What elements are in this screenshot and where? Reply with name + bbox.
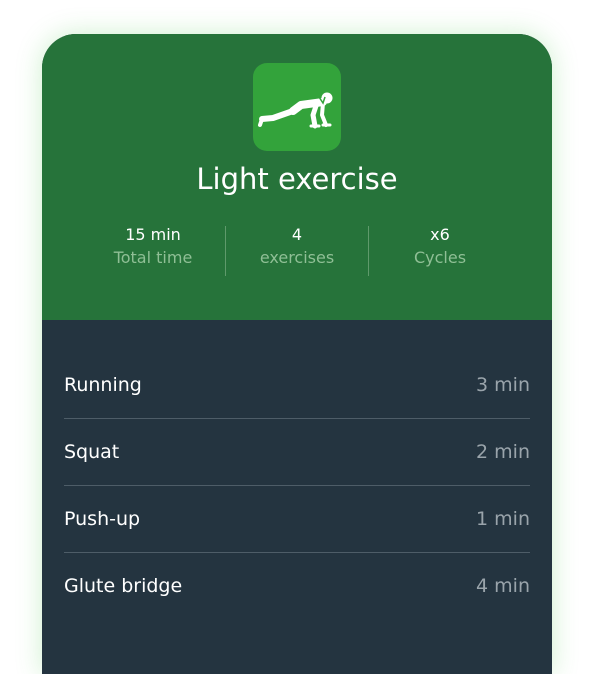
exercise-name: Glute bridge [64, 575, 183, 597]
exercise-duration: 2 min [476, 441, 530, 463]
exercise-row-glute-bridge[interactable]: Glute bridge 4 min [64, 553, 530, 619]
exercise-row-push-up[interactable]: Push-up 1 min [64, 486, 530, 553]
workout-card: Light exercise 15 min Total time 4 exerc… [42, 34, 552, 674]
exercise-row-squat[interactable]: Squat 2 min [64, 419, 530, 486]
stat-divider [368, 226, 369, 276]
exercise-name: Push-up [64, 508, 141, 530]
exercise-row-running[interactable]: Running 3 min [64, 352, 530, 419]
stat-value: 15 min [125, 225, 181, 244]
exercise-duration: 1 min [476, 508, 530, 530]
exercise-duration: 4 min [476, 575, 530, 597]
stat-value: x6 [430, 225, 450, 244]
exercise-list: Running 3 min Squat 2 min Push-up 1 min … [64, 352, 530, 619]
stat-label: Cycles [413, 248, 467, 267]
exercise-name: Squat [64, 441, 120, 463]
push-up-icon [258, 92, 333, 129]
workout-icon [253, 63, 341, 151]
stat-label: exercises [259, 248, 335, 267]
stat-exercises: 4 exercises [227, 224, 367, 270]
exercise-duration: 3 min [476, 374, 530, 396]
stat-cycles: x6 Cycles [370, 224, 510, 270]
stat-value: 4 [291, 225, 303, 244]
workout-header: Light exercise 15 min Total time 4 exerc… [42, 34, 552, 320]
workout-stats: 15 min Total time 4 exercises x6 Cycles [42, 224, 552, 278]
workout-title: Light exercise [196, 162, 398, 196]
exercise-name: Running [64, 374, 142, 396]
stat-divider [225, 226, 226, 276]
stat-label: Total time [113, 248, 193, 267]
stat-total-time: 15 min Total time [83, 224, 223, 270]
